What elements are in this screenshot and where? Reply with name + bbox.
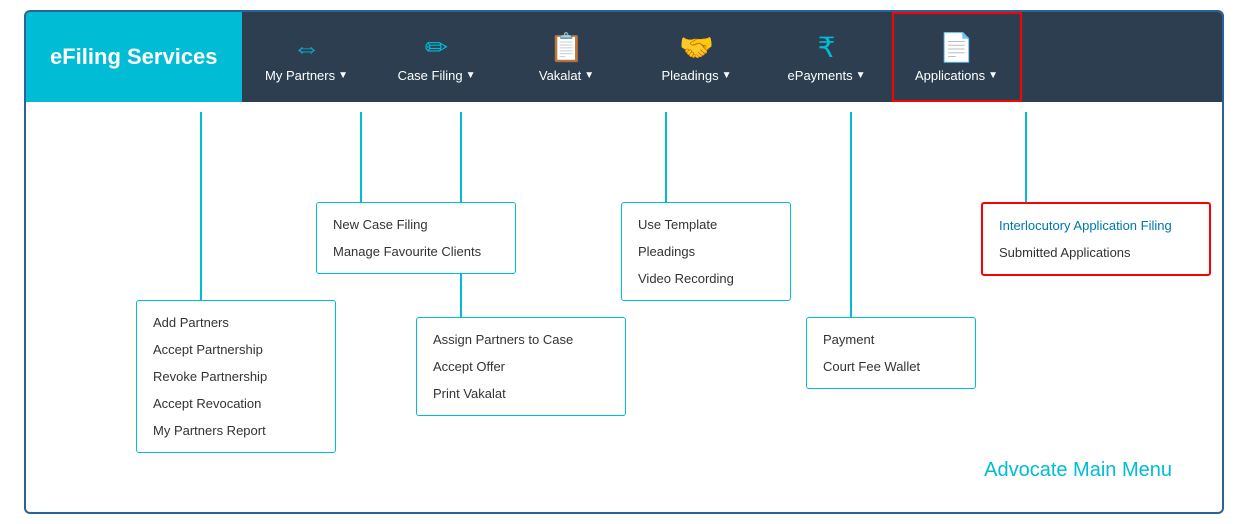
dropdown-arrow-applications: ▼ — [988, 70, 998, 81]
nav-item-epayments[interactable]: ₹ ePayments ▼ — [762, 12, 892, 102]
dropdown-applications: Interlocutory Application Filing Submitt… — [981, 202, 1211, 276]
dropdown-arrow-pleadings: ▼ — [722, 70, 732, 81]
my-partners-item-3[interactable]: Revoke Partnership — [137, 363, 335, 390]
case-filing-item-1[interactable]: New Case Filing — [317, 211, 515, 238]
advocate-main-menu-label: Advocate Main Menu — [984, 459, 1172, 482]
dropdown-my-partners: Add Partners Accept Partnership Revoke P… — [136, 300, 336, 453]
nav-items: ⇔ My Partners ▼ ✏ Case Filing ▼ 📋 Vakala… — [242, 12, 1222, 102]
epayments-item-2[interactable]: Court Fee Wallet — [807, 353, 975, 380]
vakalat-icon: 📋 — [549, 31, 584, 64]
epayments-item-1[interactable]: Payment — [807, 326, 975, 353]
case-filing-item-2[interactable]: Manage Favourite Clients — [317, 238, 515, 265]
dropdown-case-filing: New Case Filing Manage Favourite Clients — [316, 202, 516, 274]
pleadings-icon: 🤝 — [679, 31, 714, 64]
nav-item-my-partners[interactable]: ⇔ My Partners ▼ — [242, 12, 372, 102]
dropdown-arrow-case-filing: ▼ — [466, 70, 476, 81]
nav-label-my-partners: My Partners — [265, 68, 335, 83]
pleadings-item-2[interactable]: Pleadings — [622, 238, 790, 265]
epayments-icon: ₹ — [818, 31, 836, 64]
nav-item-pleadings[interactable]: 🤝 Pleadings ▼ — [632, 12, 762, 102]
content-area: New Case Filing Manage Favourite Clients… — [26, 102, 1222, 512]
pleadings-item-3[interactable]: Video Recording — [622, 265, 790, 292]
nav-label-epayments: ePayments — [788, 68, 853, 83]
dropdown-pleadings: Use Template Pleadings Video Recording — [621, 202, 791, 301]
partners-icon: ⇔ — [293, 32, 321, 64]
dropdown-arrow-vakalat: ▼ — [584, 70, 594, 81]
vakalat-item-3[interactable]: Print Vakalat — [417, 380, 625, 407]
vakalat-item-1[interactable]: Assign Partners to Case — [417, 326, 625, 353]
nav-label-pleadings: Pleadings — [662, 68, 719, 83]
nav-item-vakalat[interactable]: 📋 Vakalat ▼ — [502, 12, 632, 102]
outer-border: eFiling Services ⇔ My Partners ▼ ✏ Case … — [24, 10, 1224, 514]
vakalat-item-2[interactable]: Accept Offer — [417, 353, 625, 380]
applications-item-2[interactable]: Submitted Applications — [983, 239, 1209, 266]
nav-label-case-filing: Case Filing — [398, 68, 463, 83]
pleadings-item-1[interactable]: Use Template — [622, 211, 790, 238]
my-partners-item-2[interactable]: Accept Partnership — [137, 336, 335, 363]
nav-item-case-filing[interactable]: ✏ Case Filing ▼ — [372, 12, 502, 102]
applications-icon: 📄 — [939, 31, 974, 64]
dropdown-epayments: Payment Court Fee Wallet — [806, 317, 976, 389]
dropdown-arrow-epayments: ▼ — [856, 70, 866, 81]
my-partners-item-5[interactable]: My Partners Report — [137, 417, 335, 444]
dropdown-arrow-my-partners: ▼ — [338, 70, 348, 81]
brand-label: eFiling Services — [26, 12, 242, 102]
my-partners-item-1[interactable]: Add Partners — [137, 309, 335, 336]
nav-label-vakalat: Vakalat — [539, 68, 581, 83]
my-partners-item-4[interactable]: Accept Revocation — [137, 390, 335, 417]
nav-item-applications[interactable]: 📄 Applications ▼ — [892, 12, 1022, 102]
applications-item-1[interactable]: Interlocutory Application Filing — [983, 212, 1209, 239]
case-filing-icon: ✏ — [425, 31, 448, 64]
navbar: eFiling Services ⇔ My Partners ▼ ✏ Case … — [26, 12, 1222, 102]
dropdown-vakalat: Assign Partners to Case Accept Offer Pri… — [416, 317, 626, 416]
nav-label-applications: Applications — [915, 68, 985, 83]
diagram: New Case Filing Manage Favourite Clients… — [46, 112, 1202, 492]
